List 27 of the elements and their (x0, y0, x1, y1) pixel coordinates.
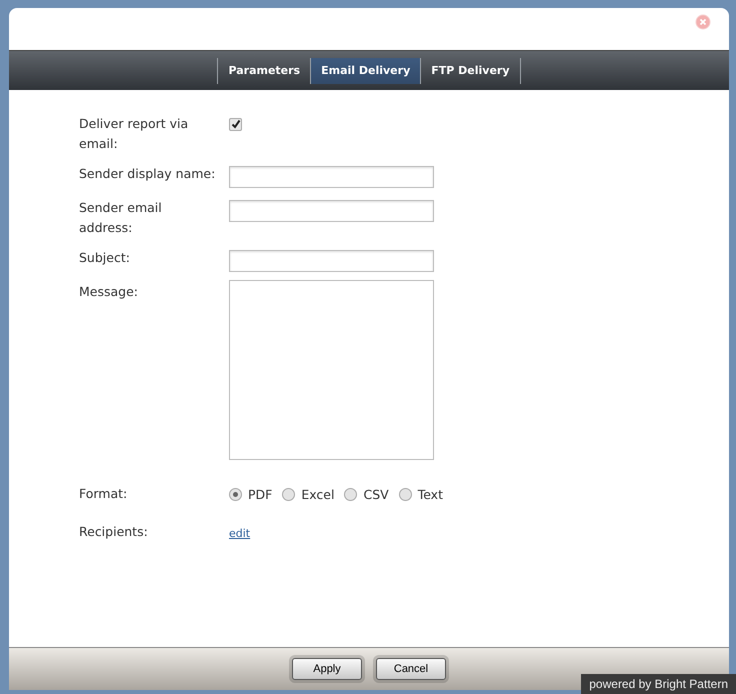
radio-button[interactable] (398, 488, 412, 500)
tab[interactable]: Email Delivery (310, 58, 420, 84)
tab[interactable]: FTP Delivery (420, 58, 521, 84)
radio-label: CSV (363, 486, 389, 502)
radio-label: Excel (301, 486, 334, 502)
radio-button[interactable] (282, 488, 296, 500)
radio-button[interactable] (344, 488, 358, 500)
field-label: Recipients: (79, 523, 149, 541)
field-label: Sender email address: (79, 199, 163, 237)
radio-label: PDF (248, 486, 272, 502)
input-field[interactable] (229, 200, 434, 222)
dialog-button[interactable]: Apply (292, 658, 362, 680)
field-label: Message: (79, 283, 139, 301)
field-label: Deliver report via email: (79, 115, 190, 153)
message-field[interactable] (229, 280, 434, 460)
radio-label: Text (418, 486, 443, 502)
input-field[interactable] (229, 166, 434, 188)
field-label: Format: (79, 485, 128, 503)
powered-by-label: powered by Bright Pattern (581, 674, 736, 694)
close-icon[interactable] (695, 14, 711, 30)
input-field[interactable] (229, 250, 434, 272)
edit-link[interactable]: edit (229, 527, 250, 540)
dialog-button[interactable]: Cancel (376, 658, 446, 680)
field-label: Sender display name: (79, 165, 216, 183)
radio-button[interactable] (229, 488, 242, 500)
field-label: Subject: (79, 249, 131, 267)
checkbox[interactable] (229, 118, 242, 130)
